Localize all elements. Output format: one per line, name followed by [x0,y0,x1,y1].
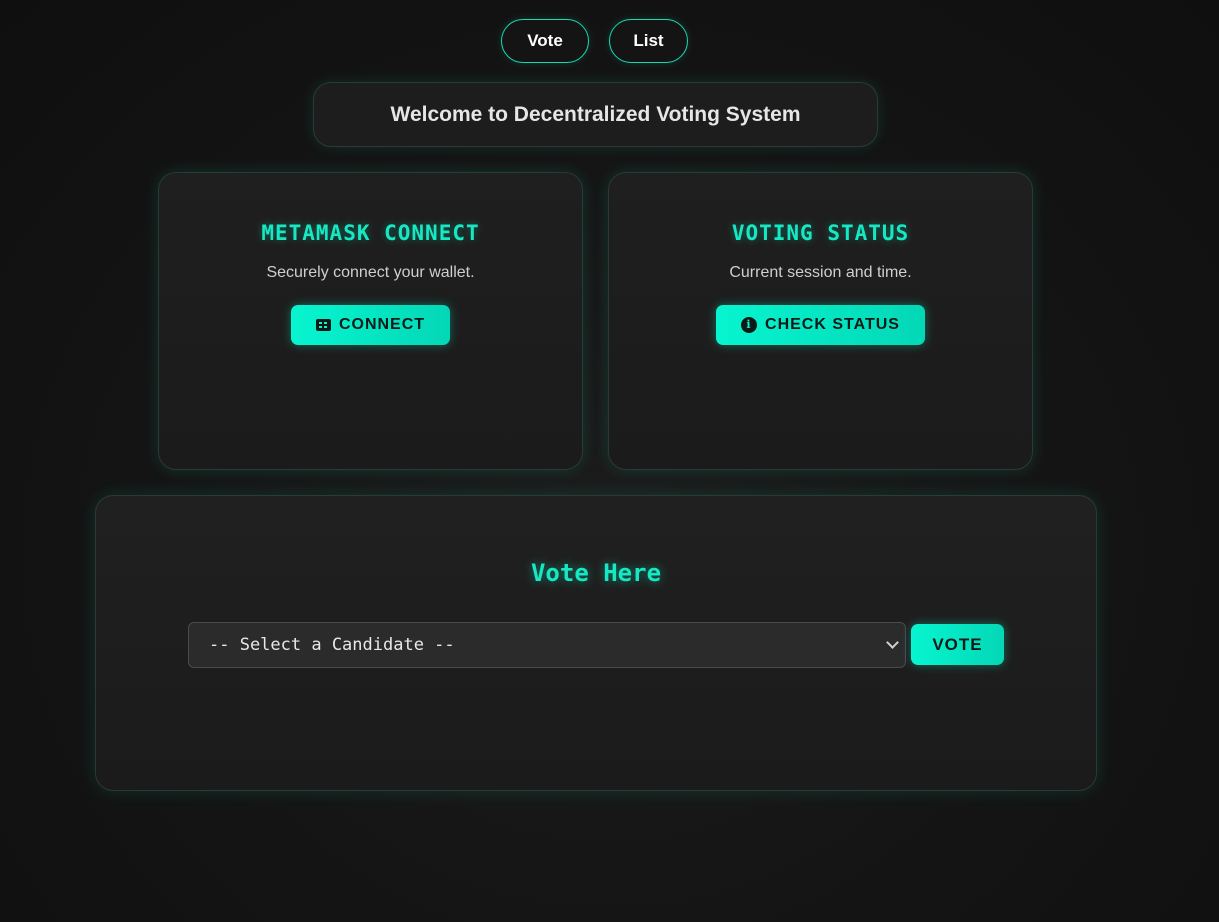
connect-button-label: CONNECT [338,316,426,333]
vote-panel: Vote Here -- Select a Candidate -- VOTE [95,495,1097,791]
candidate-select[interactable]: -- Select a Candidate -- [188,622,906,668]
info-icon: i [741,317,758,333]
wallet-card-icon [315,319,331,331]
check-status-button[interactable]: i CHECK STATUS [716,305,925,345]
top-nav: Vote List [0,19,1219,63]
metamask-card: METAMASK CONNECT Securely connect your w… [158,172,583,470]
candidate-select-value: -- Select a Candidate -- [209,635,455,655]
voting-status-card-description: Current session and time. [729,264,912,281]
metamask-card-title: METAMASK CONNECT [261,221,480,245]
vote-button[interactable]: VOTE [911,624,1004,665]
chevron-down-icon [886,636,899,649]
vote-panel-title: Vote Here [530,559,662,587]
voting-status-card-title: VOTING STATUS [731,221,910,245]
metamask-card-description: Securely connect your wallet. [266,264,475,281]
nav-vote-button[interactable]: Vote [501,19,589,63]
page-title: Welcome to Decentralized Voting System [390,102,801,126]
welcome-banner: Welcome to Decentralized Voting System [313,82,878,147]
connect-button[interactable]: CONNECT [291,305,450,345]
check-status-button-label: CHECK STATUS [765,316,900,333]
nav-list-button[interactable]: List [609,19,688,63]
voting-status-card: VOTING STATUS Current session and time. … [608,172,1033,470]
